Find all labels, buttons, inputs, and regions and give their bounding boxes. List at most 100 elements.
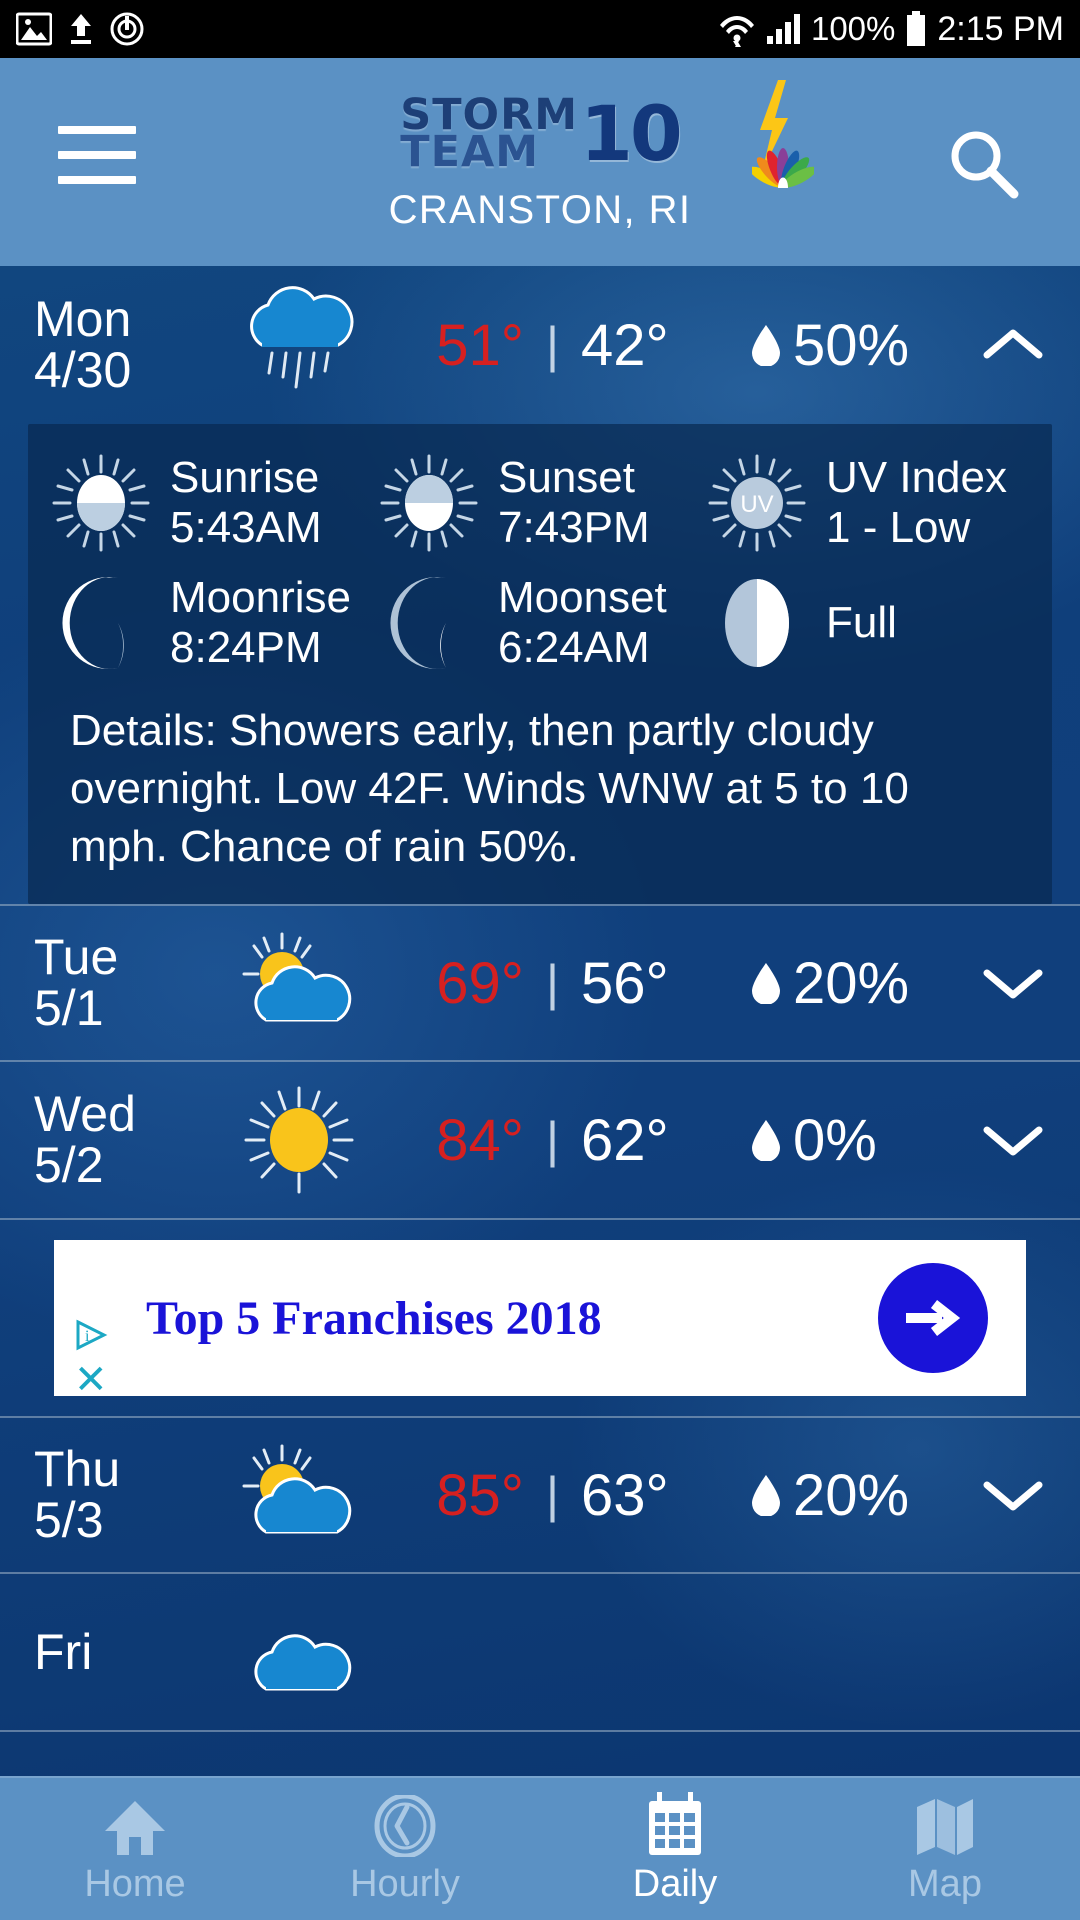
clock-icon: [373, 1793, 437, 1857]
forecast-row-thu[interactable]: Thu 5/3 85° | 63° 20%: [0, 1416, 1080, 1575]
astro-label: Full: [826, 597, 897, 647]
map-icon: [913, 1793, 977, 1857]
svg-text:i: i: [85, 1328, 90, 1345]
status-bar-left-icons: [16, 12, 144, 46]
astro-sunset: Sunset 7:43PM: [376, 450, 704, 556]
astro-text: Sunset 7:43PM: [498, 453, 650, 553]
forecast-date-value: 4/30: [34, 342, 132, 398]
precip-chance: 20%: [793, 950, 910, 1016]
water-drop-icon: [752, 963, 780, 1005]
hamburger-bar: [58, 176, 136, 184]
astro-sunrise: Sunrise 5:43AM: [48, 450, 376, 556]
forecast-date: Fri: [34, 1623, 214, 1680]
forecast-low: 56°: [581, 950, 669, 1016]
image-icon: [16, 12, 52, 46]
forecast-list[interactable]: Mon 4/30 51° | 42° 50% Sunrise 5:43AM Su…: [0, 266, 1080, 1842]
power-ring-icon: [110, 12, 144, 46]
brand-logo[interactable]: STORM TEAM 10 CRANSTON, RI: [260, 80, 820, 233]
precip-group: 20%: [721, 950, 980, 1017]
app-header: STORM TEAM 10 CRANSTON, RI: [0, 58, 1080, 266]
ad-headline[interactable]: Top 5 Franchises 2018: [146, 1291, 602, 1346]
astro-uv-index: UV UV Index 1 - Low: [704, 450, 1032, 556]
partly-cloudy-icon: [214, 1440, 384, 1550]
svg-text:UV: UV: [740, 491, 773, 518]
rain-cloud-icon: [214, 285, 384, 405]
forecast-temps: 84° | 62°: [384, 1107, 721, 1174]
nav-item-hourly[interactable]: Hourly: [270, 1793, 540, 1906]
astro-value: 1 - Low: [826, 503, 971, 552]
signal-icon: [766, 14, 800, 44]
forecast-low: 63°: [581, 1462, 669, 1528]
uv-icon: UV: [704, 450, 810, 556]
status-bar-clock: 2:15 PM: [937, 9, 1064, 48]
astro-moon-phase: Full: [704, 570, 1032, 676]
forecast-row-tue[interactable]: Tue 5/1 69° | 56° 20%: [0, 904, 1080, 1063]
forecast-day-name: Tue: [34, 929, 119, 986]
status-bar-right-icons: 100% 2:15 PM: [719, 10, 1064, 49]
forecast-date-value: 5/2: [34, 1137, 104, 1194]
forecast-low: 42°: [581, 312, 669, 378]
nav-item-home[interactable]: Home: [0, 1793, 270, 1906]
astro-value: 6:24AM: [498, 623, 650, 672]
logo-wordmark: STORM TEAM: [400, 94, 578, 177]
hamburger-icon[interactable]: [58, 126, 136, 184]
astro-row-2: Moonrise 8:24PM Moonset 6:24AM Full: [28, 570, 1052, 676]
forecast-day-name: Fri: [34, 1623, 93, 1680]
forecast-date: Thu 5/3: [34, 1444, 214, 1546]
forecast-row-fri[interactable]: Fri: [0, 1574, 1080, 1733]
close-icon[interactable]: ✕: [74, 1360, 108, 1400]
sunrise-icon: [48, 450, 154, 556]
moonrise-icon: [48, 570, 154, 676]
sunset-icon: [376, 450, 482, 556]
precip-chance: 20%: [793, 1462, 910, 1528]
forecast-high: 85°: [436, 1462, 524, 1528]
nav-label-hourly: Hourly: [350, 1862, 460, 1905]
temp-separator: |: [546, 1467, 559, 1524]
astro-value: 5:43AM: [170, 503, 322, 552]
temp-separator: |: [546, 955, 559, 1012]
water-drop-icon: [752, 325, 780, 366]
bottom-navigation: Home Hourly Daily Map: [0, 1776, 1080, 1920]
astro-label: Sunset: [498, 452, 635, 502]
status-bar: 100% 2:15 PM: [0, 0, 1080, 58]
logo-line-team: TEAM: [400, 127, 540, 177]
astro-text: Sunrise 5:43AM: [170, 453, 322, 553]
forecast-date-value: 5/1: [34, 980, 104, 1037]
precip-group: 0%: [721, 1107, 980, 1174]
forecast-high: 51°: [436, 312, 524, 378]
astro-value: 8:24PM: [170, 623, 322, 672]
chevron-down-icon[interactable]: [980, 1477, 1046, 1513]
forecast-high: 84°: [436, 1107, 524, 1173]
forecast-temps: 85° | 63°: [384, 1462, 721, 1529]
astro-text: Full: [826, 598, 897, 648]
astro-text: Moonrise 8:24PM: [170, 573, 351, 673]
forecast-low: 62°: [581, 1107, 669, 1173]
chevron-down-icon[interactable]: [980, 1122, 1046, 1158]
forecast-date: Mon 4/30: [34, 294, 214, 396]
cloud-icon: [214, 1597, 384, 1707]
ad-banner[interactable]: i ✕ Top 5 Franchises 2018: [0, 1220, 1080, 1416]
page-title: CRANSTON, RI: [388, 188, 692, 232]
chevron-down-icon[interactable]: [980, 965, 1046, 1001]
ad-container[interactable]: i ✕ Top 5 Franchises 2018: [54, 1240, 1026, 1400]
search-icon[interactable]: [946, 126, 1020, 200]
sunny-icon: [214, 1080, 384, 1200]
logo-row: STORM TEAM 10: [260, 80, 820, 188]
chevron-up-icon[interactable]: [980, 327, 1046, 363]
astro-moonrise: Moonrise 8:24PM: [48, 570, 376, 676]
arrow-right-icon[interactable]: [878, 1263, 988, 1374]
forecast-row-mon[interactable]: Mon 4/30 51° | 42° 50%: [0, 266, 1080, 424]
calendar-icon: [643, 1791, 707, 1857]
hamburger-bar: [58, 151, 136, 159]
temp-separator: |: [546, 317, 559, 373]
adchoices-icon[interactable]: i: [74, 1318, 108, 1352]
forecast-row-wed[interactable]: Wed 5/2 84° | 62° 0%: [0, 1062, 1080, 1221]
partly-cloudy-icon: [214, 928, 384, 1038]
nav-item-daily[interactable]: Daily: [540, 1791, 810, 1906]
nbc-peacock-icon: [752, 148, 814, 188]
astro-label: UV Index: [826, 452, 1007, 502]
astro-text: Moonset 6:24AM: [498, 573, 667, 673]
moonset-icon: [376, 570, 482, 676]
nav-item-map[interactable]: Map: [810, 1793, 1080, 1906]
astro-label: Sunrise: [170, 452, 320, 502]
